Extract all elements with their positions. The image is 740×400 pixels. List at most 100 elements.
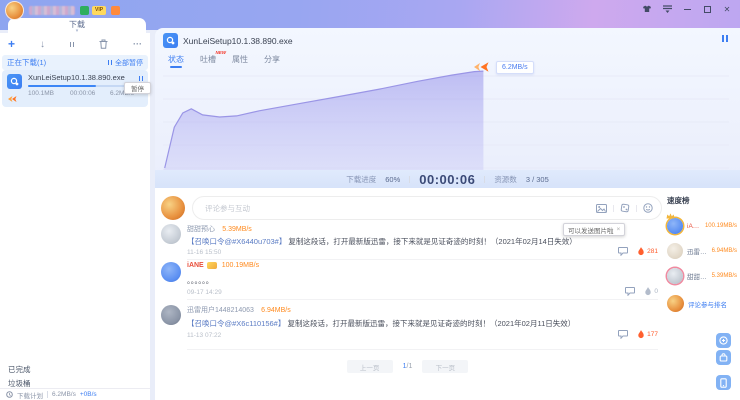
emoji-icon[interactable] (643, 203, 653, 213)
divider (47, 391, 48, 398)
elapsed-time: 00:00:06 (419, 172, 475, 187)
tab-properties[interactable]: 属性 (232, 54, 248, 68)
more-options-icon[interactable]: ··· (133, 39, 142, 49)
next-page-button[interactable]: 下一页 (422, 360, 468, 373)
tab-share[interactable]: 分享 (264, 54, 280, 68)
ranking-title: 速度榜 (667, 195, 737, 206)
comment-text: 复制这段话，打开最新版迅雷，接下来就是见证奇迹的时刻！（2021年02月11日失… (287, 319, 575, 328)
comment-date: 11-13 07:22 (187, 332, 221, 339)
speed-boost-icon (8, 95, 17, 103)
main-menu-icon[interactable] (662, 4, 672, 14)
sticker-dice-icon[interactable] (620, 203, 630, 213)
like-button[interactable]: 281 (637, 247, 658, 256)
tab-comments[interactable]: 吐槽NEW (200, 54, 216, 68)
commenter-speed: 6.94MB/s (261, 307, 291, 314)
prev-page-button[interactable]: 上一页 (347, 360, 393, 373)
exchange-button[interactable] (716, 333, 731, 348)
pause-all-icon (108, 60, 112, 65)
image-feature-tooltip: 可以发送图片啦 × (563, 223, 625, 236)
username-censored (29, 6, 75, 15)
download-task-item[interactable]: XunLeiSetup10.1.38.890.exe 100.1MB 00:00… (2, 70, 148, 107)
commenter-avatar (161, 262, 181, 282)
start-download-icon[interactable]: ↓ (40, 39, 45, 50)
global-up-speed: +0B/s (80, 391, 97, 398)
add-task-icon[interactable]: + (8, 39, 15, 49)
like-button[interactable]: 177 (637, 330, 658, 339)
like-count: 0 (654, 288, 658, 295)
detail-tabs: 状态 吐槽NEW 属性 分享 (168, 54, 280, 68)
commenter-avatar (161, 305, 181, 325)
comment-input-avatar (161, 196, 185, 220)
tooltip-close-icon[interactable]: × (617, 226, 621, 233)
comment-tag: 【召唤口令@#X6440u703#】 (187, 237, 286, 246)
download-plan-label[interactable]: 下载计划 (17, 390, 43, 400)
download-plan-icon[interactable] (6, 391, 13, 398)
commenter-name[interactable]: 迅雷用户1448214063 (187, 307, 254, 314)
divider (613, 205, 614, 212)
user-avatar[interactable] (5, 1, 24, 20)
resource-value: 3 / 305 (526, 175, 549, 184)
pause-icon[interactable] (70, 40, 74, 49)
tab-download[interactable]: 下载 ▾ (8, 18, 146, 33)
divider (484, 176, 485, 183)
filter-downloading[interactable]: 正在下载(1) (7, 57, 46, 68)
rank-speed: 100.19MB/s (705, 223, 737, 229)
rocket-icon (473, 61, 490, 73)
current-speed-bubble: 6.2MB/s (496, 61, 534, 74)
image-feature-tooltip-text: 可以发送图片啦 (568, 225, 614, 235)
rank-name: iANE (687, 223, 701, 230)
pagination: 上一页 1/1 下一页 (155, 360, 660, 373)
setup-file-icon (7, 74, 22, 89)
sidebar-item-completed[interactable]: 已完成 (0, 362, 150, 376)
comment-text: 复制这段话，打开最新版迅雷，接下来就是见证奇迹的时刻！（2021年02月14日失… (288, 237, 576, 246)
mobile-app-button[interactable] (716, 375, 731, 390)
vip-badge[interactable]: VIP (92, 6, 106, 15)
reply-icon[interactable] (625, 287, 635, 296)
rank-avatar (667, 243, 683, 259)
detail-filename: XunLeiSetup10.1.38.890.exe (183, 36, 293, 46)
ranking-entry: 迅雷用户… 6.94MB/s (667, 243, 737, 259)
join-ranking-link[interactable]: 评论参与排名 (688, 299, 727, 309)
maximize-icon[interactable] (702, 4, 712, 14)
sidebar: + ↓ ··· 正在下载(1) 全部暂停 XunLeiSetup10.1.38.… (0, 33, 150, 400)
comment-input-box (192, 196, 662, 220)
comment-input[interactable] (205, 204, 596, 213)
caret-down-icon: ▾ (76, 30, 79, 33)
crown-icon (666, 213, 675, 219)
progress-label: 下载进度 (346, 174, 376, 185)
commenter-name[interactable]: 甜甜预心 (187, 226, 215, 233)
status-bar: 下载计划 6.2MB/s +0B/s (0, 388, 150, 400)
resource-label: 资源数 (494, 174, 517, 185)
tab-status[interactable]: 状态 (168, 54, 184, 68)
comment-date: 11-16 15:50 (187, 249, 221, 256)
divider (187, 299, 658, 300)
send-image-icon[interactable] (596, 204, 607, 213)
delete-icon[interactable] (99, 39, 108, 49)
detail-pause-button[interactable] (722, 35, 728, 44)
pause-all-label: 全部暂停 (115, 58, 143, 68)
tab-comments-label: 吐槽 (200, 55, 216, 64)
xunlei-app-window: VIP ✕ 下载 ▾ + ↓ ··· 正在下载(1) (0, 0, 740, 400)
gift-bag-button[interactable] (716, 350, 731, 365)
divider (636, 205, 637, 212)
task-filename: XunLeiSetup10.1.38.890.exe (28, 73, 132, 82)
vip-badge-icon (207, 262, 217, 269)
new-badge: NEW (216, 50, 227, 55)
rank-avatar (667, 295, 684, 312)
rank-name: 甜甜预心 (687, 271, 708, 281)
rank-name: 迅雷用户… (687, 246, 708, 256)
reply-icon[interactable] (618, 330, 628, 339)
progress-value: 60% (385, 175, 400, 184)
skin-icon[interactable] (642, 4, 652, 14)
commenter-name[interactable]: iANE (187, 262, 204, 269)
divider (187, 349, 658, 350)
super-vip-badge-icon[interactable] (111, 6, 120, 15)
like-button[interactable]: 0 (644, 287, 658, 296)
reply-icon[interactable] (618, 247, 628, 256)
rank-avatar (667, 218, 683, 234)
like-count: 281 (647, 248, 658, 255)
close-icon[interactable]: ✕ (722, 4, 732, 14)
speed-area-fill (163, 71, 483, 170)
minimize-icon[interactable] (682, 4, 692, 14)
pause-all-button[interactable]: 全部暂停 (108, 58, 143, 68)
